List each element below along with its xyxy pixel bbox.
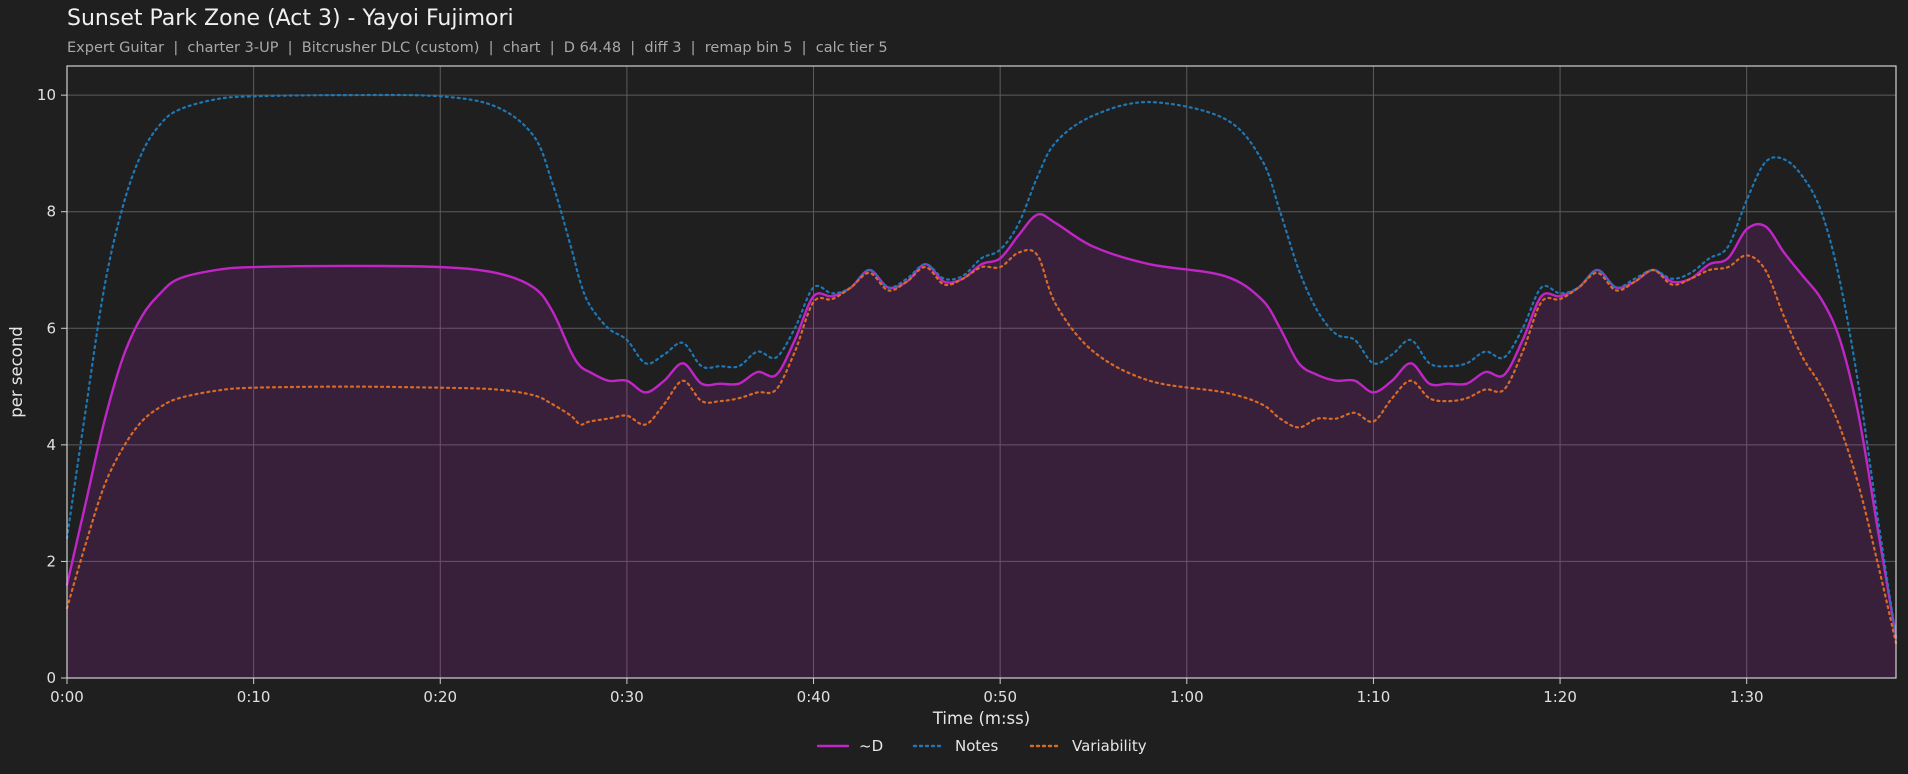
x-tick-label: 1:30 — [1730, 688, 1764, 706]
legend-label-d: ~D — [859, 737, 883, 755]
y-axis-label: per second — [7, 326, 26, 418]
y-tick-label: 4 — [46, 436, 56, 454]
x-tick-label: 0:20 — [423, 688, 457, 706]
y-tick-label: 6 — [46, 319, 56, 337]
x-tick-label: 0:40 — [797, 688, 831, 706]
y-tick-label: 2 — [46, 552, 56, 570]
legend-label-variability: Variability — [1072, 737, 1147, 755]
x-tick-label: 1:00 — [1170, 688, 1204, 706]
legend-label-notes: Notes — [955, 737, 999, 755]
x-tick-label: 0:00 — [50, 688, 84, 706]
legend: ~D Notes Variability — [816, 737, 1147, 755]
y-tick-label: 0 — [46, 669, 56, 687]
x-tick-label: 0:30 — [610, 688, 644, 706]
x-tick-label: 1:10 — [1357, 688, 1391, 706]
chart-canvas: 0:00 0:10 0:20 0:30 0:40 0:50 1:00 1:10 1:20 1:30… — [7, 65, 1898, 755]
x-tick-label: 0:50 — [983, 688, 1017, 706]
x-axis-label: Time (m:ss) — [932, 709, 1030, 728]
y-tick-label: 8 — [46, 203, 56, 221]
area-fill-layer — [67, 214, 1896, 678]
x-tick-label: 1:20 — [1543, 688, 1577, 706]
y-tick-label: 10 — [37, 86, 56, 104]
x-tick-label: 0:10 — [237, 688, 271, 706]
series-fill-d — [67, 214, 1896, 678]
